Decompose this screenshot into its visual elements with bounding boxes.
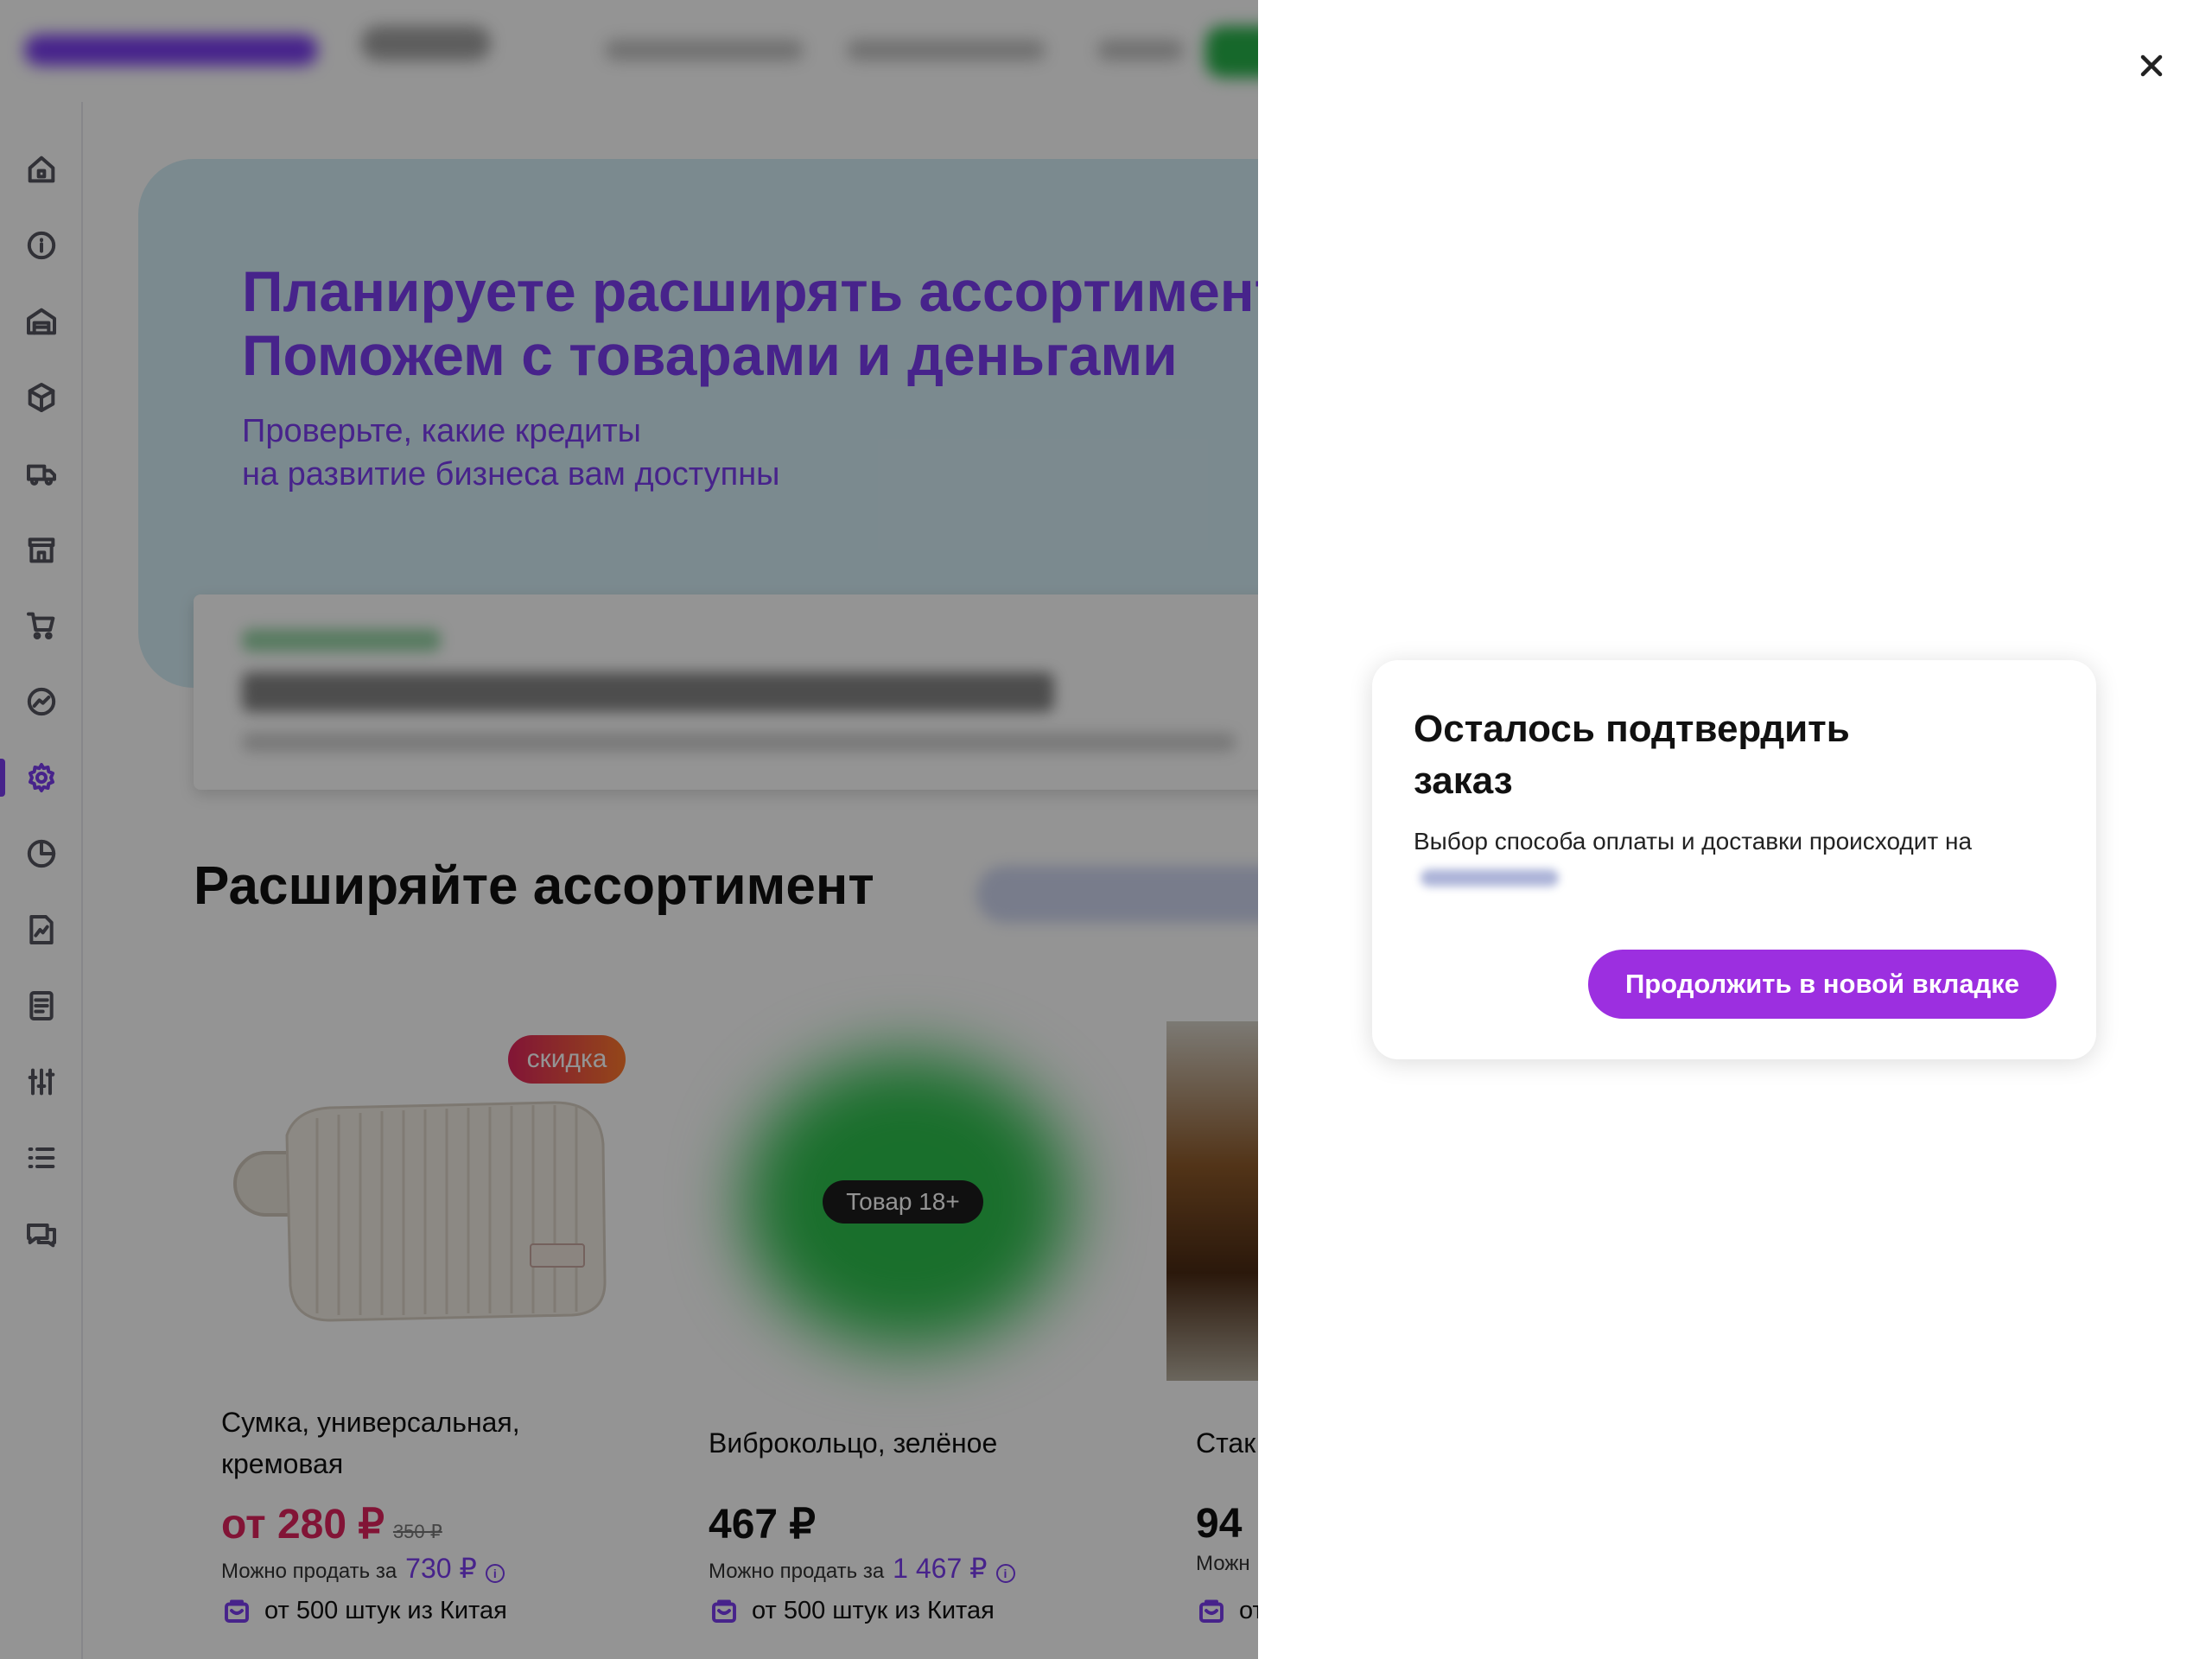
confirm-order-dialog: Осталось подтвердить заказ Выбор способа… — [1372, 660, 2096, 1059]
dialog-title: Осталось подтвердить заказ — [1414, 708, 1850, 802]
modal-backdrop[interactable] — [0, 0, 1258, 1659]
close-icon[interactable] — [2131, 45, 2172, 86]
background-page: Планируете расширять ассортимент? Поможе… — [0, 0, 1258, 1659]
dialog-text-content: Выбор способа оплаты и доставки происход… — [1414, 828, 1973, 855]
dialog-text: Выбор способа оплаты и доставки происход… — [1414, 824, 2018, 893]
continue-in-new-tab-button[interactable]: Продолжить в новой вкладке — [1588, 950, 2056, 1019]
redacted-site-name — [1421, 868, 1559, 887]
